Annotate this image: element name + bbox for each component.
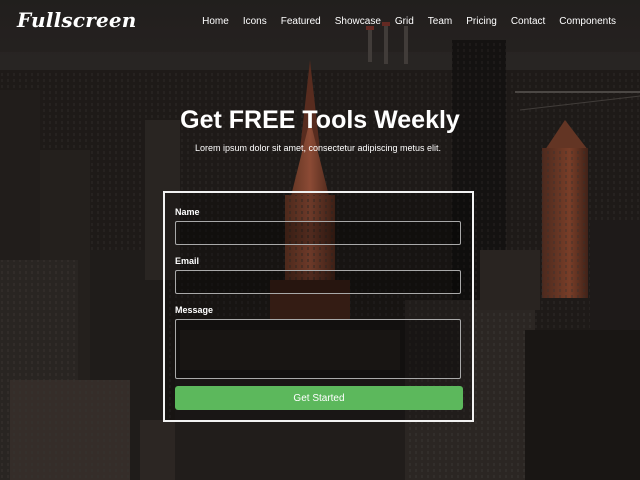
get-started-button[interactable]: Get Started — [175, 386, 463, 410]
signup-form: Name Email Message Get Started — [163, 191, 474, 422]
nav-menu: Home Icons Featured Showcase Grid Team P… — [195, 16, 616, 27]
email-input[interactable] — [175, 270, 461, 294]
nav-link-showcase[interactable]: Showcase — [328, 16, 388, 27]
nav-item: Featured — [274, 16, 328, 27]
message-textarea[interactable] — [175, 319, 461, 379]
nav-item: Showcase — [328, 16, 388, 27]
nav-link-components[interactable]: Components — [552, 16, 616, 27]
nav-link-pricing[interactable]: Pricing — [459, 16, 504, 27]
message-label: Message — [175, 305, 214, 315]
name-input[interactable] — [175, 221, 461, 245]
nav-item: Contact — [504, 16, 552, 27]
navbar: Fullscreen Home Icons Featured Showcase … — [0, 0, 640, 46]
nav-item: Components — [552, 16, 616, 27]
name-label: Name — [175, 207, 200, 217]
brand-logo[interactable]: Fullscreen — [17, 8, 137, 32]
nav-link-grid[interactable]: Grid — [388, 16, 421, 27]
nav-link-icons[interactable]: Icons — [236, 16, 274, 27]
hero-title: Get FREE Tools Weekly — [180, 106, 460, 134]
nav-item: Home — [195, 16, 236, 27]
nav-link-featured[interactable]: Featured — [274, 16, 328, 27]
nav-item: Grid — [388, 16, 421, 27]
nav-item: Team — [421, 16, 459, 27]
nav-item: Icons — [236, 16, 274, 27]
nav-link-team[interactable]: Team — [421, 16, 459, 27]
nav-link-contact[interactable]: Contact — [504, 16, 552, 27]
nav-link-home[interactable]: Home — [195, 16, 236, 27]
page: Fullscreen Home Icons Featured Showcase … — [0, 0, 640, 480]
email-label: Email — [175, 256, 200, 266]
hero-subtitle: Lorem ipsum dolor sit amet, consectetur … — [194, 143, 442, 153]
nav-item: Pricing — [459, 16, 504, 27]
